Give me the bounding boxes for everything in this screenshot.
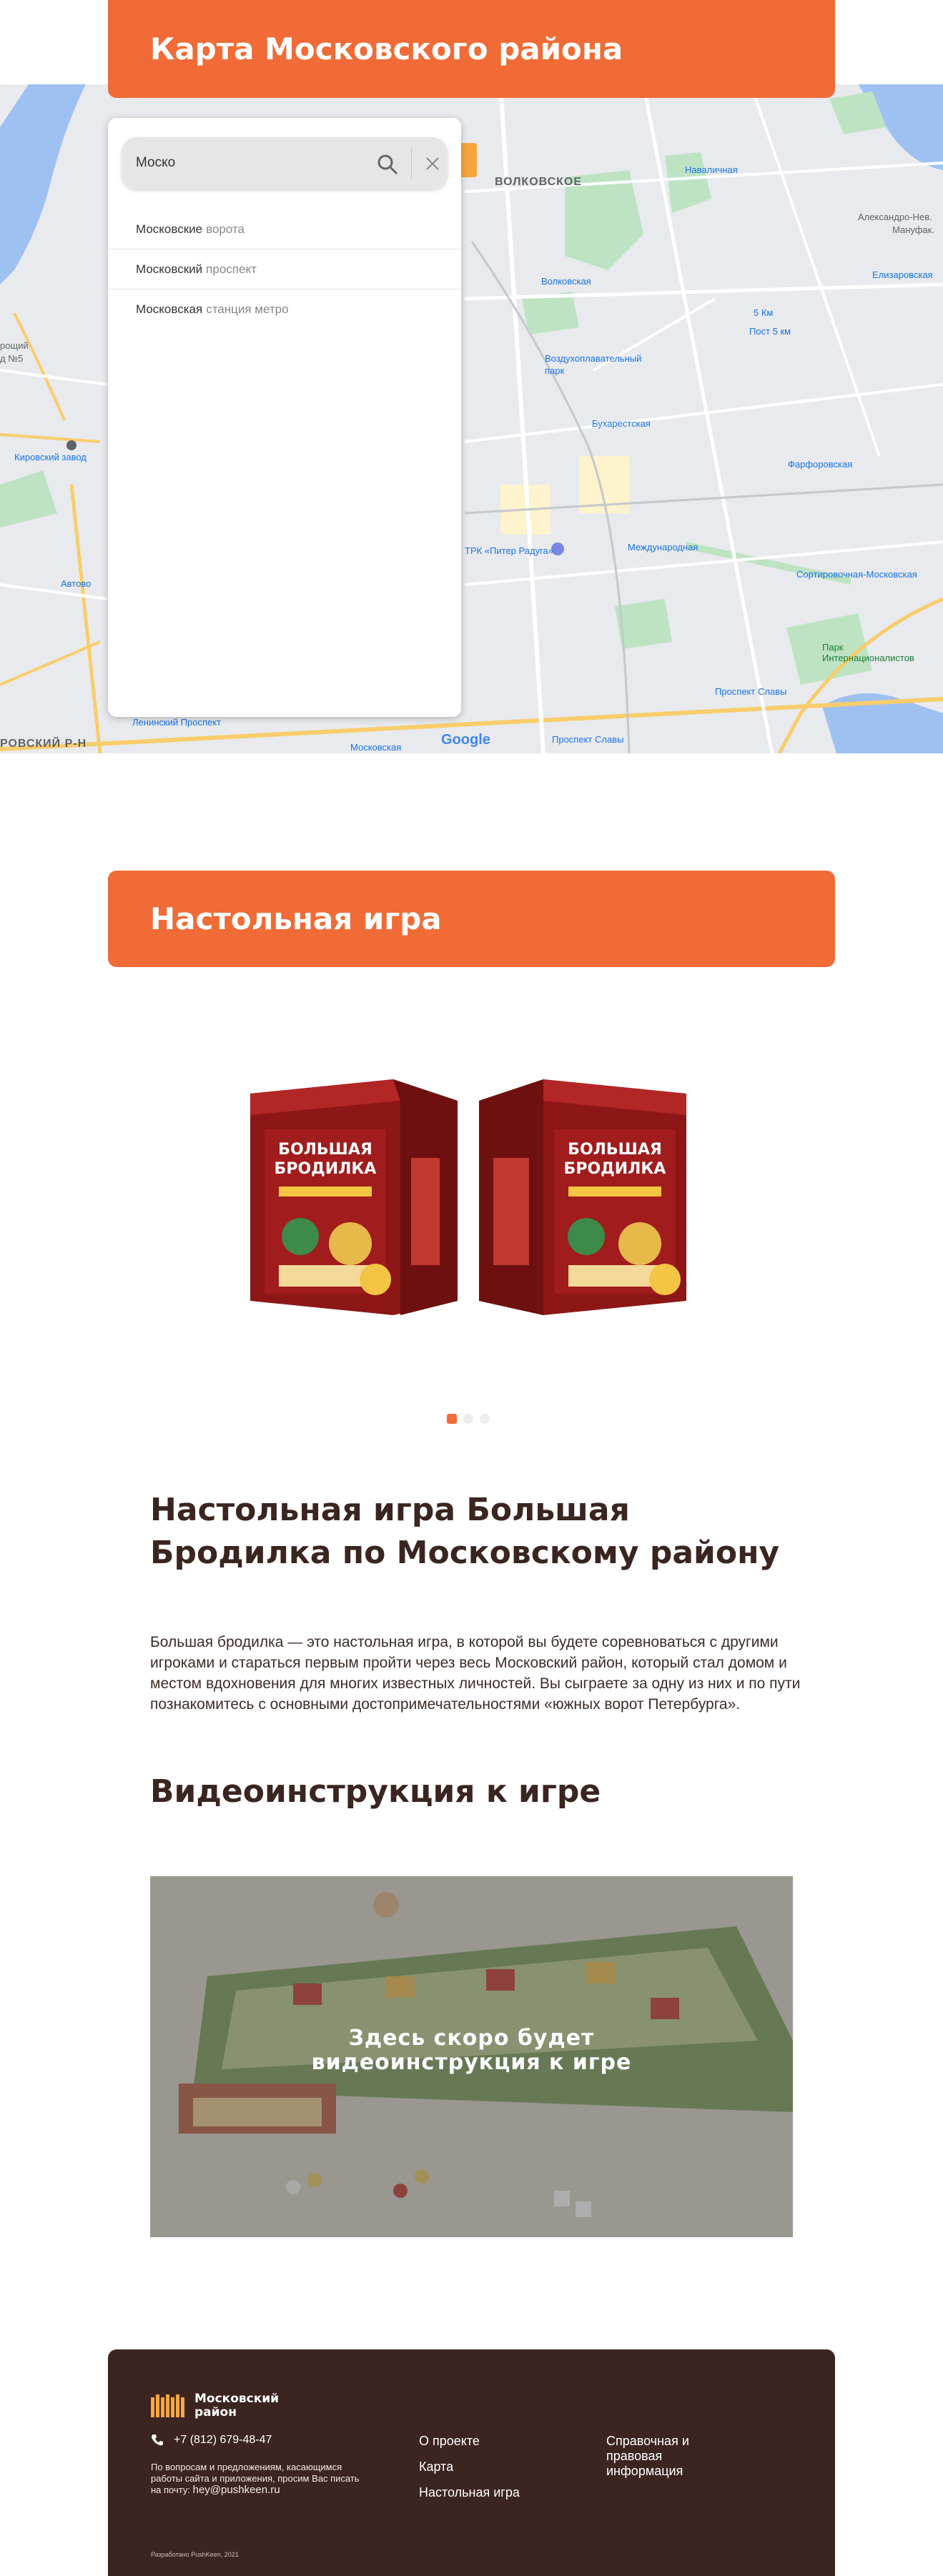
suggestion-match: Московская <box>136 302 203 316</box>
map-label-aleksandro: Александро-Нев. <box>858 212 932 222</box>
suggestion-rest: станция метро <box>206 302 289 316</box>
map-title-text: Карта Московского района <box>150 31 623 66</box>
footer-logo[interactable]: Московский район <box>151 2392 279 2419</box>
map-label-farforovskaya: Фарфоровская <box>788 459 853 470</box>
map-label-park: парк <box>545 365 565 376</box>
footer-copyright: Разработано PushKeen, 2021 <box>151 2551 239 2558</box>
map-label-partial-1: рощий <box>0 340 29 351</box>
suggestion-item[interactable]: Московская станция метро <box>108 289 461 330</box>
map-label-moskovskaya: Московская <box>350 742 402 753</box>
map-label-manufaktura: Мануфак. <box>892 224 934 235</box>
suggestion-item[interactable]: Московский проспект <box>108 249 461 289</box>
map-label-post5km: Пост 5 км <box>749 326 791 337</box>
map-label-navalochnaya: Наваличная <box>685 164 738 175</box>
map-label-partial-2: д №5 <box>0 353 24 364</box>
video-caption: Здесь скоро будет видеоинструкция к игре <box>150 2026 793 2075</box>
game-title-text: Настольная игра <box>150 901 442 936</box>
map-label-volkovskoe: ВОЛКОВСКОЕ <box>495 176 583 188</box>
game-box-image-1: БОЛЬШАЯ БРОДИЛКА <box>250 1079 458 1315</box>
video-title: Видеоинструкция к игре <box>150 1773 601 1810</box>
map-label-elizarovskaya: Елизаровская <box>872 269 933 280</box>
search-box <box>122 137 448 189</box>
svg-text:БОЛЬШАЯ: БОЛЬШАЯ <box>568 1141 662 1159</box>
svg-text:БОЛЬШАЯ: БОЛЬШАЯ <box>278 1141 372 1159</box>
svg-text:БРОДИЛКА: БРОДИЛКА <box>564 1160 666 1178</box>
footer-link-about[interactable]: О проекте <box>419 2434 520 2449</box>
suggestion-item[interactable]: Московские ворота <box>108 209 461 249</box>
suggestion-list: Московские ворота Московский проспект Моск… <box>108 209 461 330</box>
map-label-park-intl: Парк Интернационалистов <box>822 642 914 663</box>
footer-link-game[interactable]: Настольная игра <box>419 2485 520 2500</box>
footer-phone[interactable]: +7 (812) 679-48-47 <box>151 2434 272 2447</box>
game-section-title: Настольная игра <box>108 871 835 967</box>
map-label-rovsky: РОВСКИЙ Р-Н <box>0 738 87 750</box>
footer-email-link[interactable]: hey@pushkeen.ru <box>193 2484 280 2496</box>
close-icon[interactable] <box>423 154 442 173</box>
suggestion-match: Московский <box>136 262 203 276</box>
map-label-volkovskaya: Волковская <box>541 276 591 287</box>
map-side-tab[interactable] <box>461 143 477 177</box>
search-divider <box>411 147 412 180</box>
footer-link-info[interactable]: Справочная и правовая информация <box>606 2434 721 2479</box>
carousel-dot[interactable] <box>463 1414 473 1424</box>
suggestion-match: Московские <box>136 222 203 236</box>
video-caption-line1: Здесь скоро будет <box>348 2026 595 2051</box>
carousel-dot-active[interactable] <box>447 1414 457 1424</box>
carousel-dot[interactable] <box>480 1414 490 1424</box>
phone-icon <box>152 2434 163 2446</box>
game-box-image-2: БОЛЬШАЯ БРОДИЛКА <box>479 1079 686 1315</box>
search-input[interactable] <box>136 152 350 174</box>
game-carousel[interactable]: БОЛЬШАЯ БРОДИЛКА БОЛЬШАЯ БРОДИЛКА <box>243 1072 701 1322</box>
map-label-prospekt-slavy: Проспект Славы <box>715 686 787 697</box>
map-section-title: Карта Московского района <box>108 0 835 98</box>
footer-link-map[interactable]: Карта <box>419 2459 520 2475</box>
footer: Московский район +7 (812) 679-48-47 По в… <box>108 2349 835 2576</box>
footer-logo-text: Московский район <box>194 2392 279 2419</box>
carousel-dots <box>447 1414 490 1424</box>
video-placeholder[interactable]: Здесь скоро будет видеоинструкция к игре <box>150 1876 793 2237</box>
map-label-mezhdunarodnaya: Международная <box>628 542 698 553</box>
district-logo-icon <box>151 2394 184 2417</box>
map-label-kirovsky: Кировский завод <box>14 452 87 462</box>
suggestion-rest: проспект <box>206 262 257 276</box>
article-text: Большая бродилка — это настольная игра, … <box>150 1634 801 1713</box>
footer-note: По вопросам и предложениям, касающимся р… <box>151 2462 365 2496</box>
page: Карта Московского района ВОЛКОВСКОЕ Нава… <box>0 0 943 2576</box>
suggestion-rest: ворота <box>206 222 245 236</box>
footer-nav: О проекте Карта Настольная игра <box>419 2434 520 2500</box>
map-label-5km: 5 Км <box>754 307 774 318</box>
map-label-prospekt-slavy-2: Проспект Славы <box>552 734 624 745</box>
footer-logo-line2: район <box>194 2405 237 2419</box>
map-label-piter-raduga: ТРК «Питер Радуга» <box>465 545 553 556</box>
map-label-bukharestskaya: Бухарестская <box>592 418 651 429</box>
search-icon[interactable] <box>376 153 399 176</box>
article-title: Настольная игра Большая Бродилка по Моск… <box>150 1492 780 1571</box>
svg-text:БРОДИЛКА: БРОДИЛКА <box>275 1160 377 1178</box>
footer-logo-line1: Московский <box>194 2392 280 2406</box>
map-label-leninsky: Ленинский Проспект <box>132 717 222 728</box>
map-label-avtovo: Автово <box>61 578 92 589</box>
map-label-vozdukh: Воздухоплавательный <box>545 353 642 364</box>
video-caption-line2: видеоинструкция к игре <box>311 2050 632 2075</box>
map-label-sortirovochnaya: Сортировочная-Московская <box>796 569 917 580</box>
footer-phone-number: +7 (812) 679-48-47 <box>174 2434 272 2446</box>
search-panel: Московскиеворота Московскийпроспект Моск… <box>108 118 461 717</box>
google-logo: Google <box>441 732 490 748</box>
